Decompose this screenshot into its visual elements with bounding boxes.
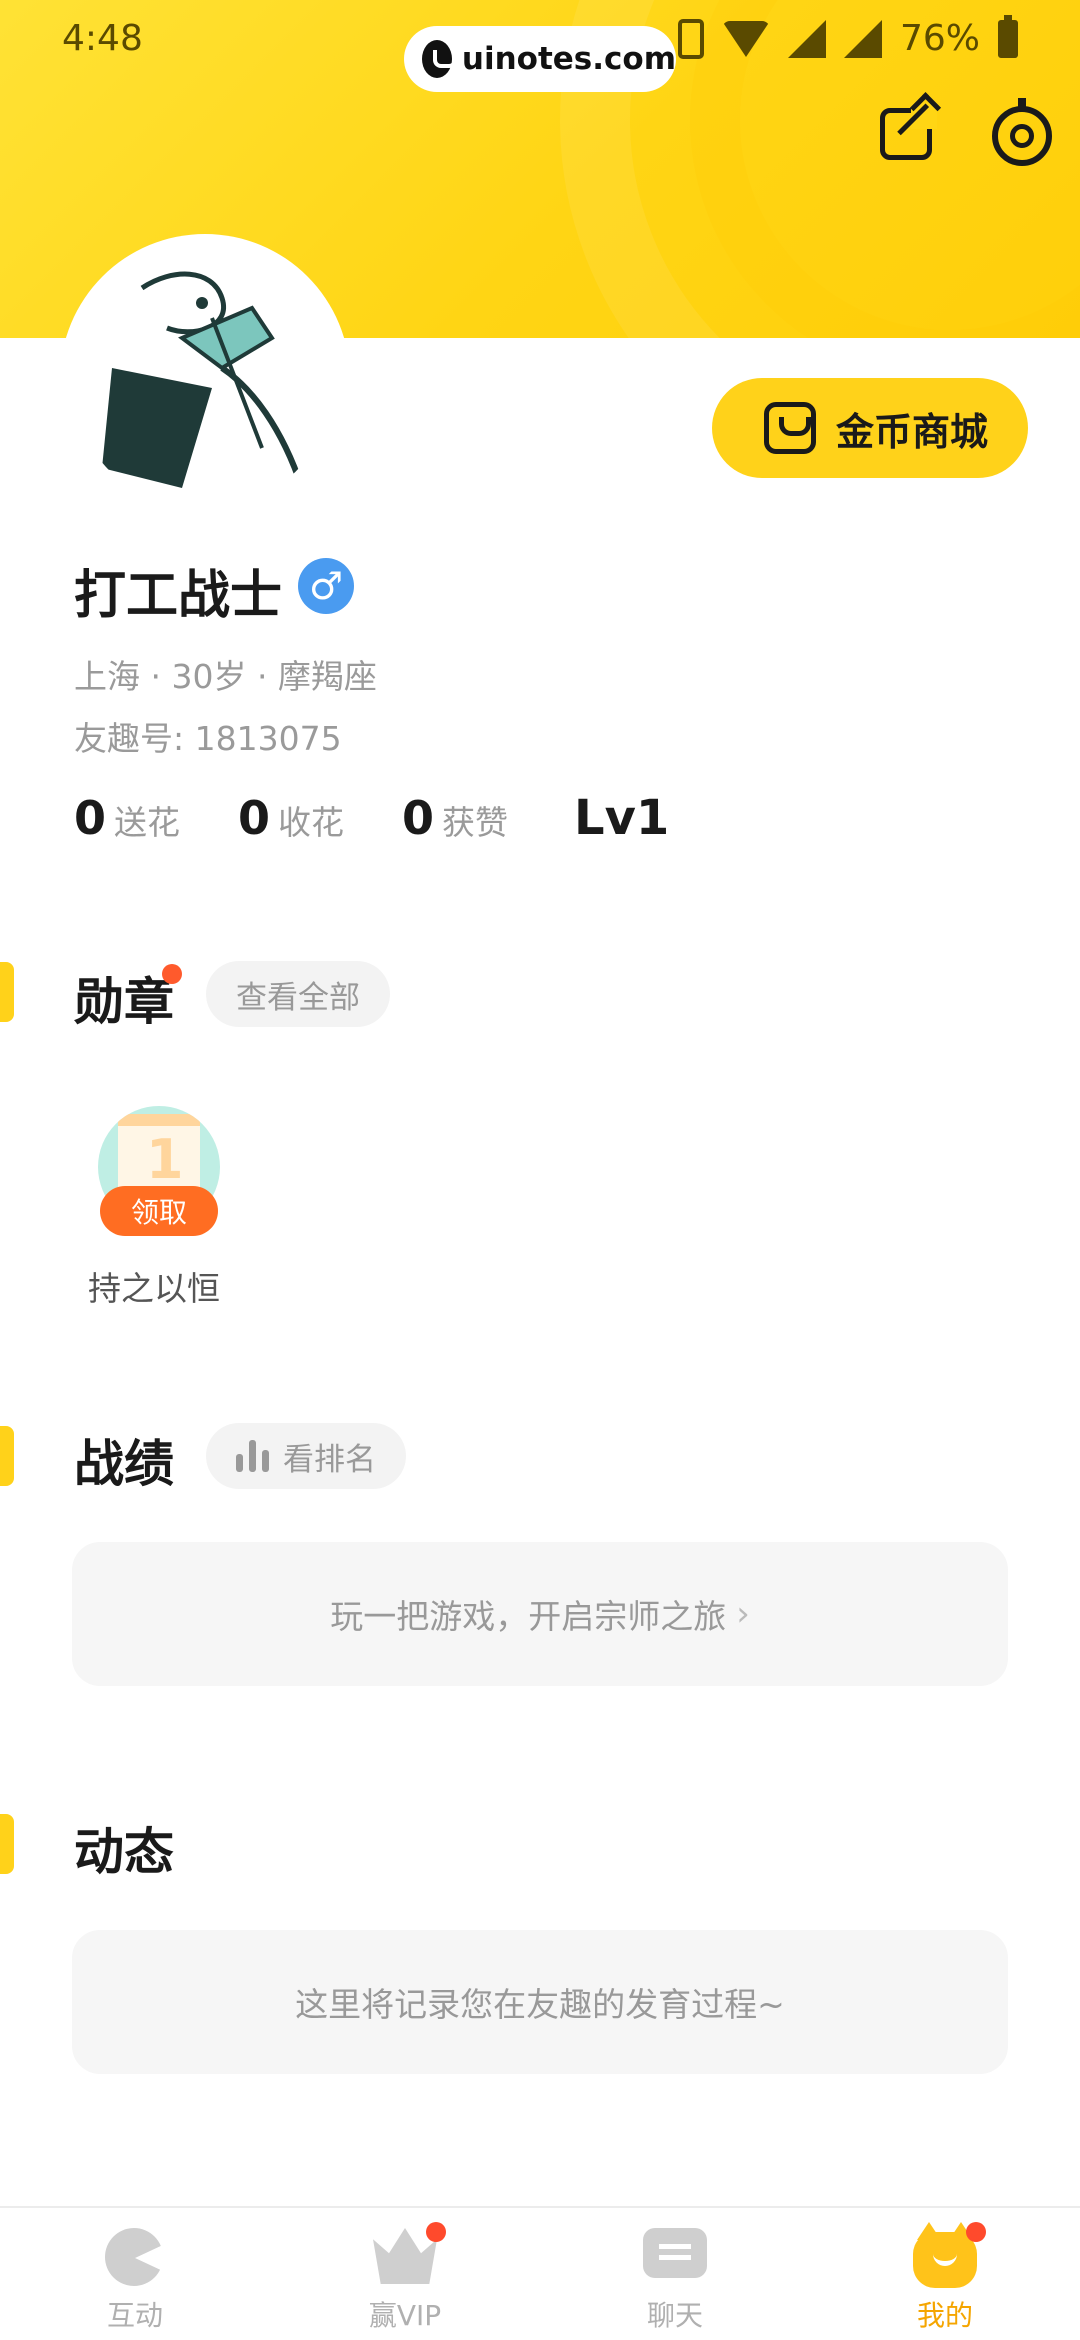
section-accent-bar: [0, 1426, 14, 1486]
status-time: 4:48: [62, 18, 143, 59]
nav-label: 互动: [106, 2299, 163, 2332]
nav-tab-win-vip[interactable]: 赢VIP: [270, 2208, 540, 2340]
settings-icon[interactable]: [992, 98, 1052, 166]
nav-label: 聊天: [646, 2299, 703, 2332]
pacman-icon: [105, 2228, 165, 2286]
stat-label: 获赞: [442, 803, 509, 842]
battery-icon: [998, 14, 1018, 58]
record-title: 战绩: [74, 1435, 174, 1493]
profile-stats: 0 送花 0 收花 0 获赞 Lv1: [74, 790, 669, 846]
nav-label: 我的: [916, 2299, 973, 2332]
coin-mall-button[interactable]: 金币商城: [712, 378, 1028, 478]
feed-empty-text: 这里将记录您在友趣的发育过程~: [295, 1985, 785, 2024]
nav-badge-dot: [426, 2222, 446, 2242]
medal-name: 持之以恒: [88, 1269, 220, 1308]
medals-title: 勋章: [74, 973, 174, 1031]
section-accent-bar: [0, 962, 14, 1022]
view-all-medals-button[interactable]: 查看全部: [206, 961, 390, 1027]
view-ranking-button[interactable]: 看排名: [206, 1423, 406, 1489]
status-icons: 76%: [677, 14, 1018, 59]
male-gender-icon: ♂: [298, 558, 354, 614]
nav-badge-dot: [966, 2222, 986, 2242]
signal-icon: [787, 19, 826, 58]
chat-icon: [643, 2228, 707, 2278]
wifi-icon: [721, 20, 770, 57]
signal-icon-2: [843, 19, 882, 58]
nav-tab-me[interactable]: 我的: [810, 2208, 1080, 2340]
cat-icon: [913, 2222, 977, 2288]
stat-flowers-received[interactable]: 0 收花: [238, 791, 344, 845]
claim-medal-button[interactable]: 领取: [100, 1186, 218, 1236]
stat-number: 0: [402, 791, 435, 845]
medals-new-dot: [162, 964, 182, 984]
start-game-text: 玩一把游戏，开启宗师之旅: [330, 1597, 727, 1636]
avatar[interactable]: [72, 248, 334, 510]
nav-tab-chat[interactable]: 聊天: [540, 2208, 810, 2340]
stat-flowers-sent[interactable]: 0 送花: [74, 791, 180, 845]
nav-tab-interact[interactable]: 互动: [0, 2208, 270, 2340]
view-ranking-label: 看排名: [283, 1441, 376, 1478]
watermark-url: uinotes.com: [461, 41, 676, 77]
chevron-right-icon: ›: [736, 1594, 750, 1634]
avatar-illustration: [72, 248, 334, 510]
watermark-url-pill: uinotes.com: [404, 26, 676, 92]
section-accent-bar: [0, 1814, 14, 1874]
stat-label: 送花: [114, 803, 181, 842]
vibrate-icon: [677, 18, 704, 59]
stat-number: 0: [238, 791, 271, 845]
feed-empty-state: 这里将记录您在友趣的发育过程~: [72, 1930, 1008, 2074]
battery-percent: 76%: [899, 18, 980, 59]
stat-number: 0: [74, 791, 107, 845]
uinotes-logo-icon: [422, 40, 457, 78]
user-id: 友趣号: 1813075: [74, 719, 342, 758]
username: 打工战士: [74, 566, 283, 626]
start-game-banner[interactable]: 玩一把游戏，开启宗师之旅 ›: [72, 1542, 1008, 1686]
shopping-bag-icon: [764, 402, 816, 454]
stat-label: 收花: [278, 803, 345, 842]
location-age-zodiac: 上海 · 30岁 · 摩羯座: [74, 657, 377, 696]
feed-title: 动态: [74, 1823, 174, 1881]
stat-likes[interactable]: 0 获赞: [402, 791, 508, 845]
bar-chart-icon: [236, 1440, 269, 1472]
nav-label: 赢VIP: [368, 2299, 442, 2332]
user-level[interactable]: Lv1: [574, 790, 669, 846]
share-icon[interactable]: [880, 92, 942, 160]
bottom-nav: 互动 赢VIP 聊天 我的: [0, 2206, 1080, 2340]
coin-mall-label: 金币商城: [836, 409, 989, 454]
medal-numeral: 1: [146, 1128, 184, 1191]
